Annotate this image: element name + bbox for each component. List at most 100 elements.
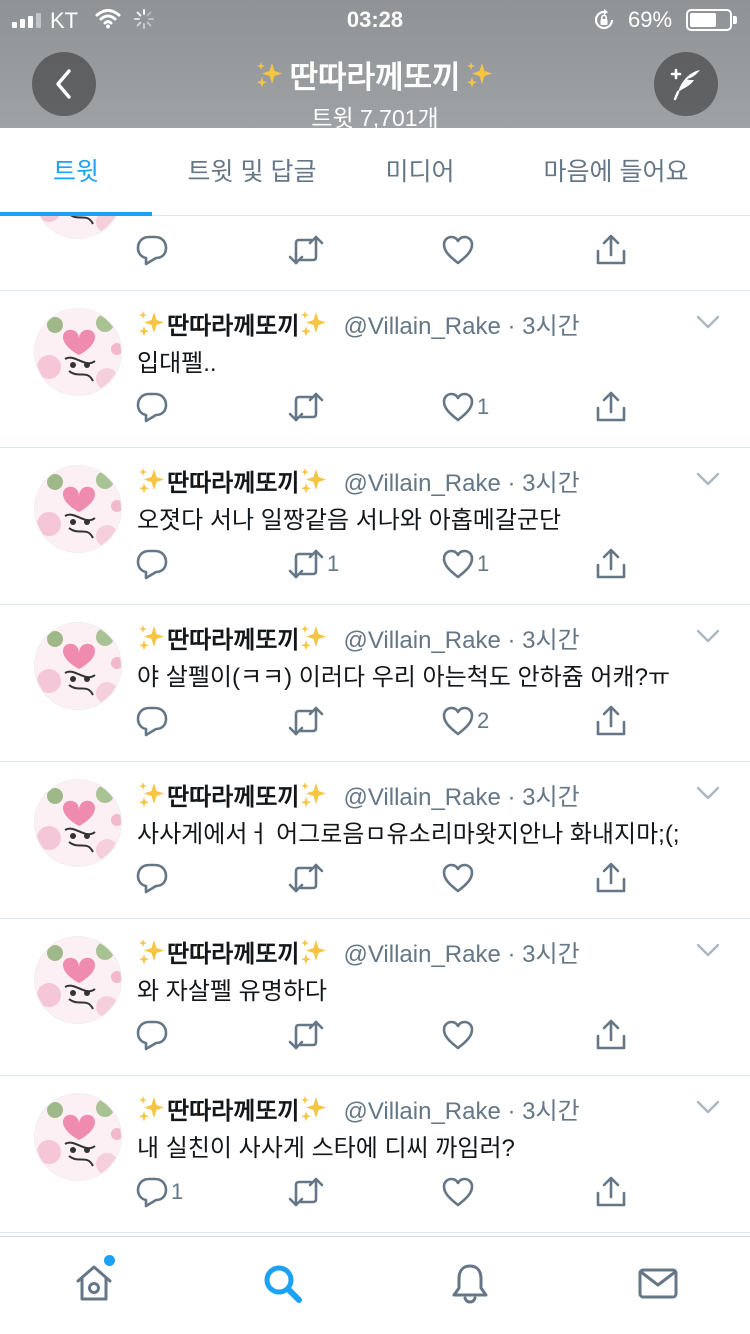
tweet-time: 3시간 xyxy=(522,313,580,340)
tweet-handle: @Villain_Rake xyxy=(343,313,501,340)
chevron-down-icon[interactable] xyxy=(696,786,720,800)
tweet-actions xyxy=(0,230,750,270)
profile-title: 딴따라께또끼 트윗 7,701개 xyxy=(150,52,600,133)
heart-icon xyxy=(441,233,475,267)
retweet-button[interactable] xyxy=(287,387,327,427)
share-button[interactable] xyxy=(594,544,628,584)
share-button[interactable] xyxy=(594,387,628,427)
avatar[interactable] xyxy=(34,936,122,1024)
tweet-time: 3시간 xyxy=(522,784,580,811)
like-button[interactable] xyxy=(441,1172,477,1212)
reply-button[interactable] xyxy=(135,544,171,584)
retweet-button[interactable] xyxy=(287,1172,327,1212)
tweet-time: 3시간 xyxy=(522,627,580,654)
heart-icon xyxy=(441,390,475,424)
tab-tweets-replies[interactable]: 트윗 및 답글 xyxy=(152,128,352,216)
avatar[interactable] xyxy=(34,465,122,553)
retweet-button[interactable] xyxy=(287,701,327,741)
tab-media[interactable]: 미디어 xyxy=(352,128,488,216)
share-icon xyxy=(594,547,628,581)
tweet-author-name[interactable]: 딴따라께또끼 xyxy=(167,934,299,969)
avatar[interactable] xyxy=(34,622,122,710)
reply-button[interactable] xyxy=(135,858,171,898)
like-button[interactable]: 1 xyxy=(441,544,489,584)
tweet-header: 딴따라께또끼 @Villain_Rake · 3시간 xyxy=(137,1091,580,1126)
like-button[interactable] xyxy=(441,858,477,898)
page-title: 딴따라께또끼 xyxy=(289,60,461,95)
home-icon xyxy=(76,1265,112,1301)
retweet-button[interactable]: 1 xyxy=(287,544,339,584)
retweet-button[interactable] xyxy=(287,1015,327,1055)
chevron-down-icon[interactable] xyxy=(696,943,720,957)
heart-icon xyxy=(441,547,475,581)
tweet-author-name[interactable]: 딴따라께또끼 xyxy=(167,777,299,812)
tweet-row[interactable]: 딴따라께또끼 @Villain_Rake · 3시간 내 실친이 사사게 스타에 디… xyxy=(0,1076,750,1233)
tweet-row[interactable]: 딴따라께또끼 @Villain_Rake · 3시간 야 살펠이(ㅋㅋ) 이러다 우… xyxy=(0,605,750,762)
nav-notifications[interactable] xyxy=(446,1259,494,1307)
sparkles-icon xyxy=(299,780,329,810)
avatar[interactable] xyxy=(34,308,122,396)
tweet-meta: @Villain_Rake · 3시간 xyxy=(343,934,579,969)
chevron-down-icon[interactable] xyxy=(696,315,720,329)
heart-icon xyxy=(441,861,475,895)
bell-icon xyxy=(452,1264,488,1304)
tweet-author-name[interactable]: 딴따라께또끼 xyxy=(167,463,299,498)
meta-separator: · xyxy=(500,313,523,340)
tweet-row[interactable]: 딴따라께또끼 @Villain_Rake · 3시간입대펠.. 1 xyxy=(0,291,750,448)
avatar[interactable] xyxy=(34,779,122,867)
tweet-text: 입대펠.. xyxy=(137,350,217,377)
share-icon xyxy=(594,704,628,738)
sparkles-icon xyxy=(137,1094,167,1124)
tab-tweets[interactable]: 트윗 xyxy=(0,128,152,216)
reply-icon xyxy=(135,704,169,738)
reply-icon xyxy=(135,390,169,424)
sparkles-icon xyxy=(137,937,167,967)
share-button[interactable] xyxy=(594,701,628,741)
share-button[interactable] xyxy=(594,858,628,898)
tweet-time: 3시간 xyxy=(522,1098,580,1125)
tweet-author-name[interactable]: 딴따라께또끼 xyxy=(167,306,299,341)
tweet-handle: @Villain_Rake xyxy=(343,941,501,968)
reply-button[interactable] xyxy=(135,387,171,427)
tweet-text: 와 자살펠 유명하다 xyxy=(137,978,327,1005)
compose-button[interactable] xyxy=(654,52,718,116)
like-button[interactable]: 1 xyxy=(441,387,489,427)
reply-icon xyxy=(135,547,169,581)
sparkles-icon xyxy=(137,780,167,810)
like-button[interactable] xyxy=(441,1015,477,1055)
reply-button[interactable] xyxy=(135,230,171,270)
tweet-header: 딴따라께또끼 @Villain_Rake · 3시간 xyxy=(137,306,580,341)
chevron-down-icon[interactable] xyxy=(696,629,720,643)
nav-home[interactable] xyxy=(70,1259,118,1307)
sparkles-icon xyxy=(137,466,167,496)
back-button[interactable] xyxy=(32,52,96,116)
tweet-row[interactable]: 딴따라께또끼 @Villain_Rake · 3시간 사사게에서ㅓ 어그로음ㅁ유소리… xyxy=(0,762,750,919)
like-button[interactable]: 2 xyxy=(441,701,489,741)
tweet-feed[interactable]: 딴따라께또끼 @Villain_Rake · 3시간 입대펠.. 1 딴따라께또끼 @Vi… xyxy=(0,216,750,1236)
chevron-down-icon[interactable] xyxy=(696,1100,720,1114)
nav-search[interactable] xyxy=(258,1259,306,1307)
sparkles-icon xyxy=(299,466,329,496)
tweet-row[interactable] xyxy=(0,216,750,291)
tweet-row[interactable]: 딴따라께또끼 @Villain_Rake · 3시간 오졋다 서나 일짱같음 서나와… xyxy=(0,448,750,605)
reply-button[interactable] xyxy=(135,701,171,741)
sparkles-icon xyxy=(299,937,329,967)
tweet-author-name[interactable]: 딴따라께또끼 xyxy=(167,620,299,655)
tweet-row[interactable]: 딴따라께또끼 @Villain_Rake · 3시간와 자살펠 유명하다 xyxy=(0,919,750,1076)
reply-button[interactable] xyxy=(135,1015,171,1055)
avatar[interactable] xyxy=(34,1093,122,1181)
tab-likes[interactable]: 마음에 들어요 xyxy=(488,128,744,216)
share-button[interactable] xyxy=(594,1015,628,1055)
tweet-actions: 11 xyxy=(0,544,750,584)
chevron-down-icon[interactable] xyxy=(696,472,720,486)
retweet-button[interactable] xyxy=(287,230,327,270)
share-button[interactable] xyxy=(594,230,628,270)
nav-messages[interactable] xyxy=(634,1259,682,1307)
home-notification-dot xyxy=(104,1255,115,1266)
reply-button[interactable]: 1 xyxy=(135,1172,183,1212)
like-button[interactable] xyxy=(441,230,477,270)
share-button[interactable] xyxy=(594,1172,628,1212)
retweet-count: 1 xyxy=(327,551,340,576)
retweet-button[interactable] xyxy=(287,858,327,898)
tweet-author-name[interactable]: 딴따라께또끼 xyxy=(167,1091,299,1126)
